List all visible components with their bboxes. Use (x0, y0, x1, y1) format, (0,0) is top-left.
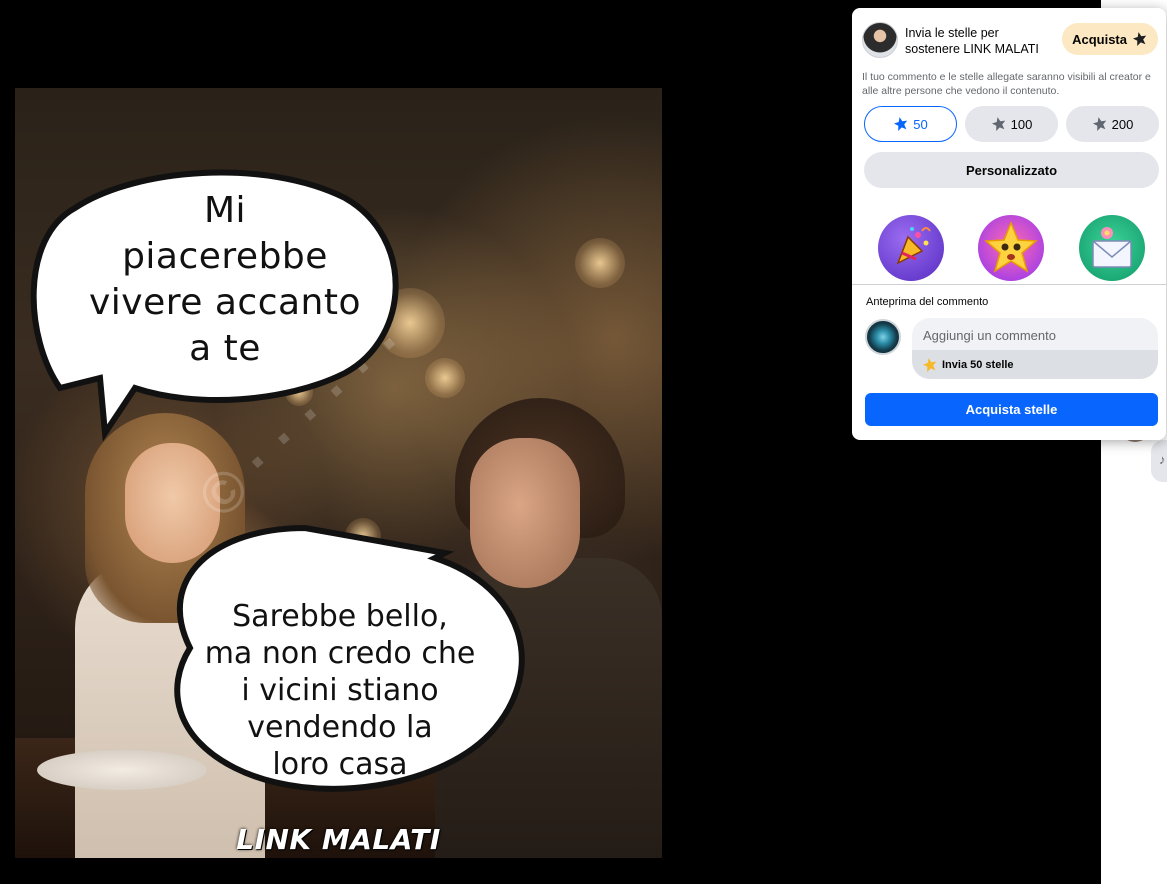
brand-caption: LINK MALATI (236, 823, 441, 856)
envelope-icon (1092, 227, 1132, 268)
amount-option-100[interactable]: 100 (965, 106, 1058, 142)
bubble-line: Sarebbe bello, (232, 599, 448, 634)
star-icon (991, 117, 1005, 131)
amount-label: 100 (1010, 116, 1033, 132)
bubble-line: a te (189, 328, 261, 369)
comment-preview-box: Aggiungi un commento Invia 50 stelle (912, 318, 1158, 379)
send-stars-popup: Invia le stelle per sostenere LINK MALAT… (852, 8, 1166, 440)
bubble-line: Mi (203, 190, 247, 231)
star-icon (894, 117, 908, 131)
section-divider (852, 284, 1166, 285)
bubble-line: loro casa (272, 747, 408, 782)
comment-stars-attachment: Invia 50 stelle (912, 350, 1158, 379)
comment-stars-label: Invia 50 stelle (942, 358, 1014, 371)
gold-star-icon (922, 357, 937, 372)
amount-label: 50 (913, 116, 928, 132)
party-popper-sticker[interactable] (878, 215, 944, 281)
star-icon (1132, 32, 1147, 46)
buy-stars-pill-button[interactable]: Acquista (1062, 23, 1158, 55)
star-face-icon (984, 221, 1038, 273)
buy-pill-label: Acquista (1072, 31, 1127, 47)
star-face-sticker[interactable] (978, 215, 1044, 281)
viewer-stage: ♪ © · · · · · · Mi piacerebbe vivere acc… (0, 0, 1167, 884)
amount-label: 200 (1111, 116, 1134, 132)
speech-bubble-bottom-text: Sarebbe bello, ma non credo che i vicini… (180, 598, 500, 783)
envelope-flower-sticker[interactable] (1079, 215, 1145, 281)
bubble-line: vivere accanto (88, 282, 362, 323)
amount-option-50[interactable]: 50 (864, 106, 957, 142)
custom-amount-button[interactable]: Personalizzato (864, 152, 1159, 188)
amount-option-200[interactable]: 200 (1066, 106, 1159, 142)
buy-stars-button[interactable]: Acquista stelle (865, 393, 1158, 426)
party-popper-icon (896, 227, 931, 265)
partial-reaction-button[interactable]: ♪ (1151, 440, 1167, 482)
comment-input[interactable]: Aggiungi un commento (923, 328, 1056, 343)
bubble-line: i vicini stiano (241, 673, 439, 708)
star-icon (1092, 117, 1106, 131)
popup-header-text: Invia le stelle per sostenere LINK MALAT… (905, 26, 1039, 56)
bubble-line: vendendo la (247, 710, 433, 745)
post-photo: © · · · · · · Mi piacerebbe vivere accan… (15, 88, 662, 858)
page-avatar[interactable] (862, 22, 898, 58)
commenter-avatar (865, 319, 901, 355)
popup-header: Invia le stelle per sostenere LINK MALAT… (862, 22, 1158, 68)
comment-preview-label: Anteprima del commento (866, 296, 989, 308)
speech-bubble-top-text: Mi piacerebbe vivere accanto a te (55, 188, 395, 372)
visibility-disclaimer: Il tuo commento e le stelle allegate sar… (862, 71, 1151, 97)
bubble-line: piacerebbe (122, 236, 328, 277)
bubble-line: ma non credo che (204, 636, 476, 671)
